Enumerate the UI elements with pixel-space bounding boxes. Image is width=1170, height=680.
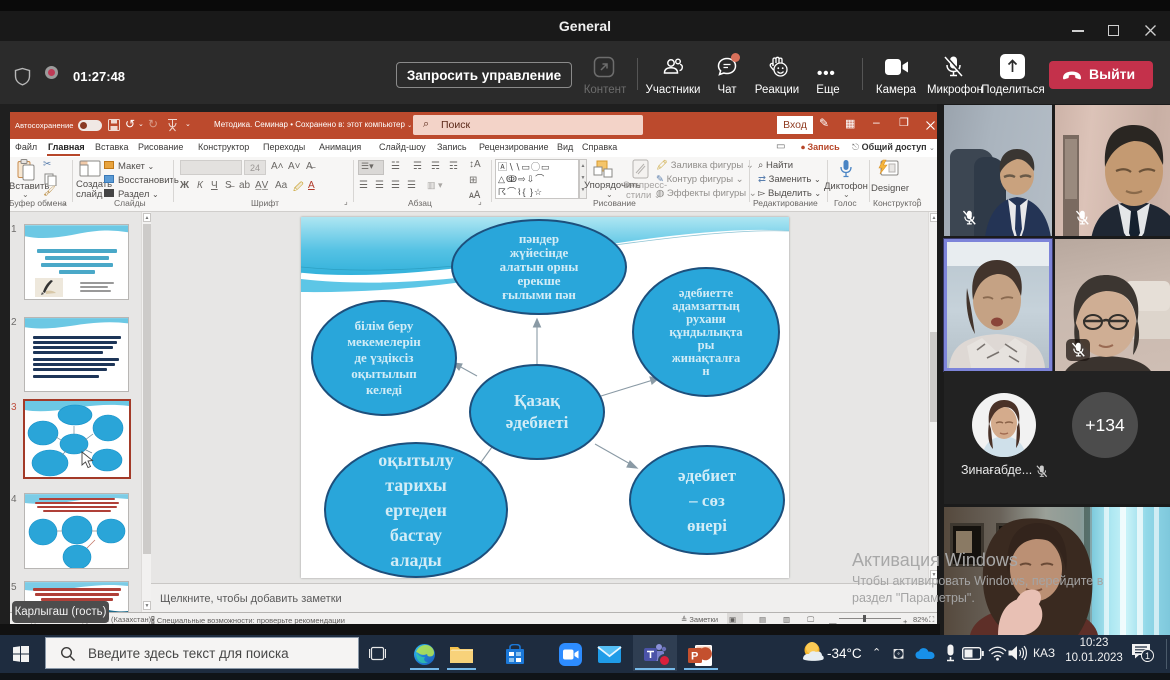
svg-text:P: P xyxy=(691,651,698,663)
